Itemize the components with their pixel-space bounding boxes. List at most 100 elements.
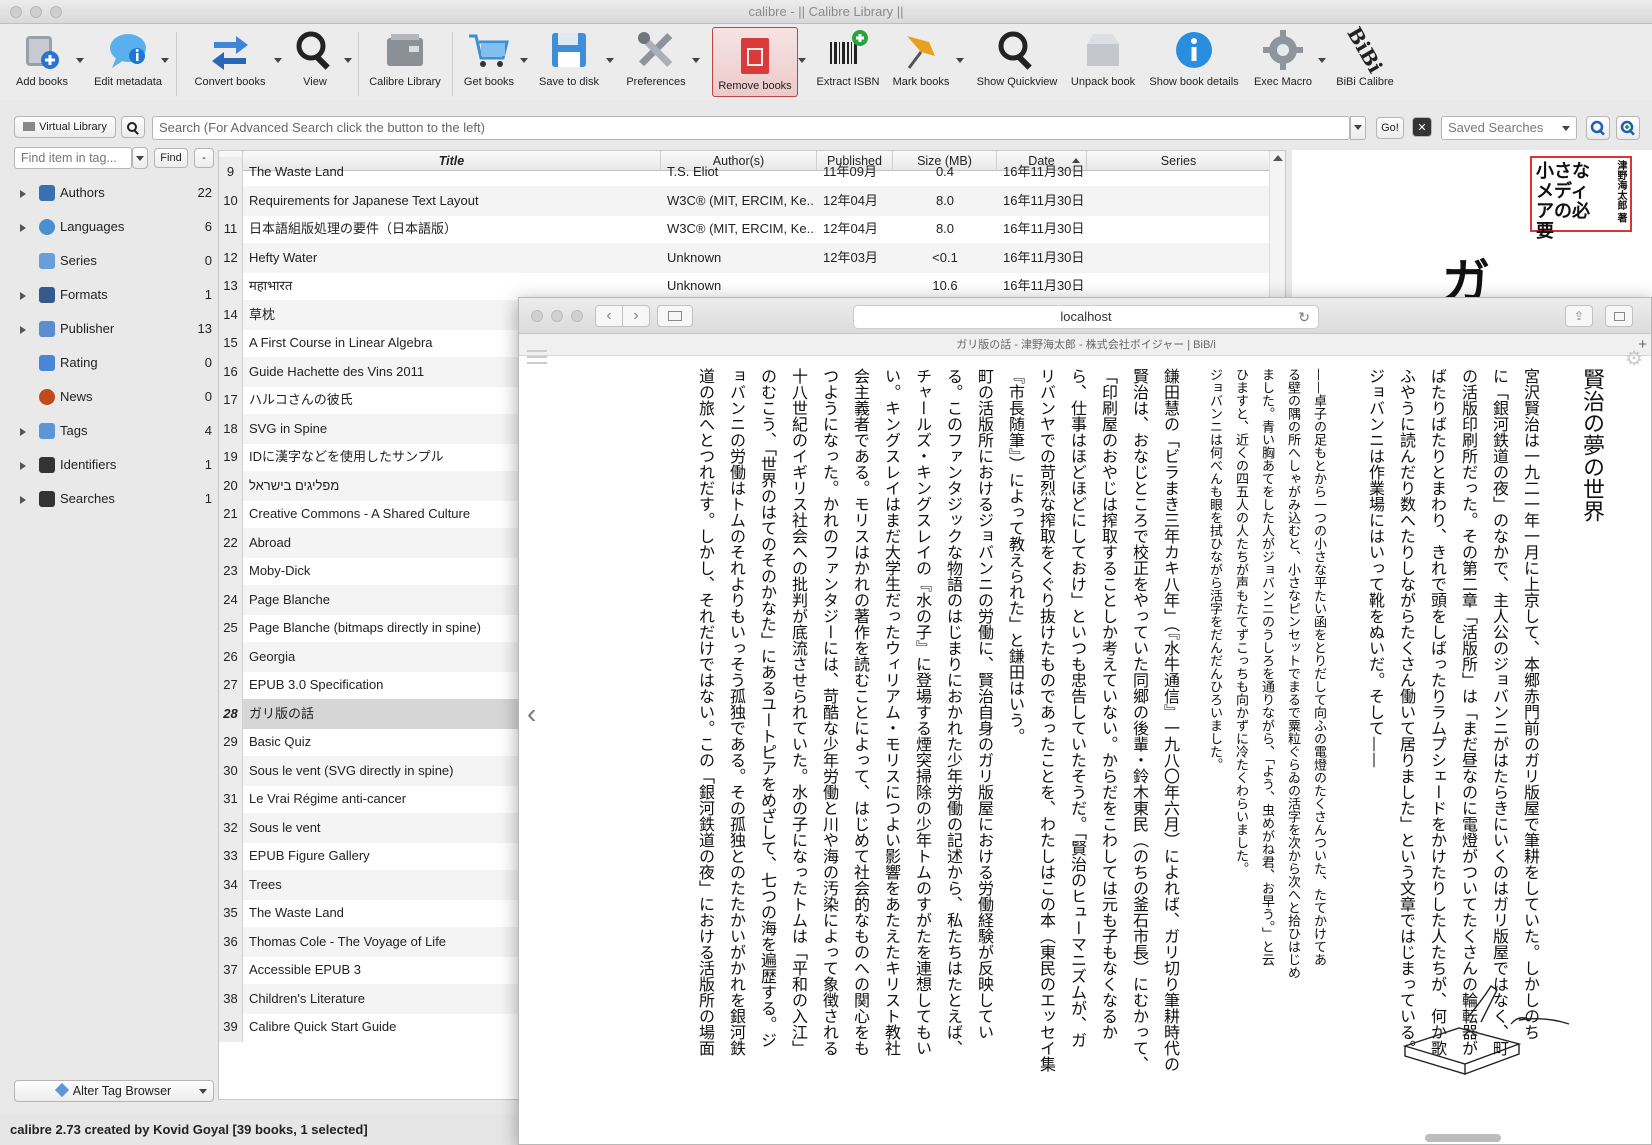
advanced-search-button[interactable] bbox=[121, 116, 145, 138]
tag-browser-item-tags[interactable]: Tags 4 bbox=[14, 416, 214, 446]
find-button[interactable]: Find bbox=[154, 148, 188, 168]
search-history-dropdown[interactable] bbox=[1350, 116, 1366, 140]
tag-browser-item-authors[interactable]: Authors 22 bbox=[14, 178, 214, 208]
text-column: 町の活版所におけるジョバンニの労働に、賢治自身のガリ版屋における労働経験が反映し… bbox=[975, 368, 994, 1040]
add-books-button[interactable]: Add books bbox=[10, 28, 74, 98]
browser-zoom-button[interactable] bbox=[571, 310, 583, 322]
show-quickview-button[interactable]: Show Quickview bbox=[972, 28, 1062, 98]
preferences-button[interactable]: Preferences bbox=[620, 28, 692, 98]
expand-triangle-icon[interactable] bbox=[20, 326, 26, 334]
saved-searches-select[interactable]: Saved Searches bbox=[1441, 116, 1577, 140]
browser-tab[interactable]: ガリ版の話 - 津野海太郎 - 株式会社ボイジャー | BiB/i + bbox=[519, 334, 1651, 356]
row-number: 9 bbox=[219, 157, 243, 187]
expand-triangle-icon[interactable] bbox=[20, 462, 26, 470]
edit-metadata-button[interactable]: Edit metadata bbox=[90, 28, 166, 98]
settings-gear-icon[interactable]: ⚙ bbox=[1625, 346, 1643, 371]
expand-triangle-icon[interactable] bbox=[20, 496, 26, 504]
text-column: ——卓子の足もとから一つの小さな平たい函をとりだして向ふの電燈のたくさんついた、… bbox=[1311, 368, 1326, 966]
show-book-details-button[interactable]: Show book details bbox=[1146, 28, 1242, 98]
tag-browser-item-label: Authors bbox=[60, 185, 105, 200]
mark-books-button[interactable]: Mark books bbox=[890, 28, 952, 98]
sidebar-button[interactable] bbox=[657, 305, 693, 327]
go-button[interactable]: Go! bbox=[1376, 117, 1404, 139]
share-button[interactable]: ⇪ bbox=[1565, 305, 1593, 327]
row-number: 32 bbox=[219, 812, 243, 843]
tabs-overview-button[interactable] bbox=[1605, 305, 1633, 327]
row-number: 34 bbox=[219, 869, 243, 900]
shopping-cart-icon bbox=[469, 34, 509, 67]
tag-browser-item-publisher[interactable]: Publisher 13 bbox=[14, 314, 214, 344]
book-size: <0.1 bbox=[932, 249, 958, 265]
row-number: 23 bbox=[219, 556, 243, 586]
share-icon: ⇪ bbox=[1573, 309, 1585, 323]
chevron-right-icon: › bbox=[633, 307, 639, 324]
tag-browser-item-formats[interactable]: Formats 1 bbox=[14, 280, 214, 310]
browser-minimize-button[interactable] bbox=[551, 310, 563, 322]
tag-browser-item-count: 1 bbox=[204, 491, 212, 506]
saved-search-search-button[interactable] bbox=[1586, 116, 1610, 140]
find-item-in-tag-input[interactable]: Find item in tag... bbox=[14, 147, 132, 169]
tag-browser-item-news[interactable]: News 0 bbox=[14, 382, 214, 412]
tag-browser-item-rating[interactable]: Rating 0 bbox=[14, 348, 214, 378]
tools-icon bbox=[638, 32, 673, 67]
tag-browser-item-identifiers[interactable]: Identifiers 1 bbox=[14, 450, 214, 480]
expand-triangle-icon[interactable] bbox=[20, 190, 26, 198]
book-author: Unknown bbox=[667, 249, 722, 265]
get-books-button[interactable]: Get books bbox=[460, 28, 518, 98]
forward-button[interactable]: › bbox=[622, 305, 650, 327]
book-author: W3C® (MIT, ERCIM, Ke... bbox=[667, 192, 815, 208]
expand-triangle-icon[interactable] bbox=[20, 224, 26, 232]
bibi-calibre-button[interactable]: BiBi BiBi Calibre bbox=[1332, 23, 1398, 98]
zoom-window-button[interactable] bbox=[50, 6, 62, 18]
tag-browser-item-languages[interactable]: Languages 6 bbox=[14, 212, 214, 242]
row-number: 33 bbox=[219, 841, 243, 871]
tag-browser-item-count: 1 bbox=[204, 287, 212, 302]
exec-macro-button[interactable]: Exec Macro bbox=[1250, 28, 1316, 98]
horizontal-scrollbar[interactable] bbox=[1425, 1134, 1501, 1142]
tag-icon bbox=[39, 423, 55, 439]
tag-browser-item-label: Rating bbox=[60, 355, 98, 370]
library-small-icon bbox=[23, 122, 36, 131]
tag-browser-item-series[interactable]: Series 0 bbox=[14, 246, 214, 276]
chevron-down-icon bbox=[1562, 126, 1570, 131]
minimize-window-button[interactable] bbox=[30, 6, 42, 18]
find-history-dropdown[interactable] bbox=[132, 147, 148, 169]
book-row[interactable]: 12 Hefty Water Unknown 12年03月 <0.1 16年11月30日 bbox=[219, 242, 1269, 273]
tag-small-icon bbox=[54, 1082, 69, 1098]
save-search-button[interactable] bbox=[1616, 116, 1640, 140]
book-row[interactable]: 11 日本語組版処理の要件（日本語版） W3C® (MIT, ERCIM, Ke..… bbox=[219, 214, 1269, 244]
unpack-book-button[interactable]: Unpack book bbox=[1068, 28, 1138, 98]
search-blue-icon bbox=[1590, 120, 1605, 136]
tag-browser-item-searches[interactable]: Searches 1 bbox=[14, 484, 214, 514]
clear-x-icon: ✕ bbox=[1417, 122, 1427, 134]
menu-icon[interactable] bbox=[527, 350, 547, 364]
book-row[interactable]: 9 The Waste Land T.S. Eliot 11年09月 0.4 16年11月… bbox=[219, 157, 1269, 187]
search-plus-icon bbox=[1620, 120, 1635, 136]
quickview-magnifier-icon bbox=[998, 31, 1032, 70]
search-input[interactable]: Search (For Advanced Search click the bu… bbox=[152, 116, 1350, 140]
window-title-bar: calibre - || Calibre Library || bbox=[0, 0, 1652, 24]
view-button[interactable]: View bbox=[290, 28, 340, 98]
prev-page-arrow-icon[interactable]: ‹ bbox=[527, 698, 536, 730]
virtual-library-button[interactable]: Virtual Library bbox=[14, 116, 116, 138]
tag-browser-item-label: Publisher bbox=[60, 321, 115, 336]
browser-close-button[interactable] bbox=[531, 310, 543, 322]
remove-books-button[interactable]: Remove books bbox=[712, 27, 798, 97]
save-to-disk-button[interactable]: Save to disk bbox=[536, 28, 602, 98]
tag-browser-item-label: Tags bbox=[60, 423, 88, 438]
close-window-button[interactable] bbox=[10, 6, 22, 18]
clear-search-button[interactable]: ✕ bbox=[1412, 117, 1432, 137]
reload-icon[interactable]: ↻ bbox=[1298, 306, 1310, 328]
book-row[interactable]: 10 Requirements for Japanese Text Layout W… bbox=[219, 185, 1269, 216]
expand-triangle-icon[interactable] bbox=[20, 292, 26, 300]
alter-tag-browser-button[interactable]: Alter Tag Browser bbox=[14, 1080, 214, 1102]
extract-isbn-button[interactable]: Extract ISBN bbox=[812, 28, 884, 98]
back-button[interactable]: ‹ bbox=[595, 305, 623, 327]
expand-triangle-icon[interactable] bbox=[20, 428, 26, 436]
convert-books-button[interactable]: Convert books bbox=[186, 28, 274, 98]
collapse-button[interactable]: - bbox=[194, 148, 214, 168]
tag-browser-item-count: 0 bbox=[204, 355, 212, 370]
calibre-library-button[interactable]: Calibre Library bbox=[366, 28, 444, 98]
address-bar[interactable]: localhost ↻ bbox=[853, 305, 1319, 329]
text-column: 「印刷屋のおやじは搾取することしか考えていない。からだをこわしては元も子もなくな… bbox=[1099, 368, 1118, 1040]
